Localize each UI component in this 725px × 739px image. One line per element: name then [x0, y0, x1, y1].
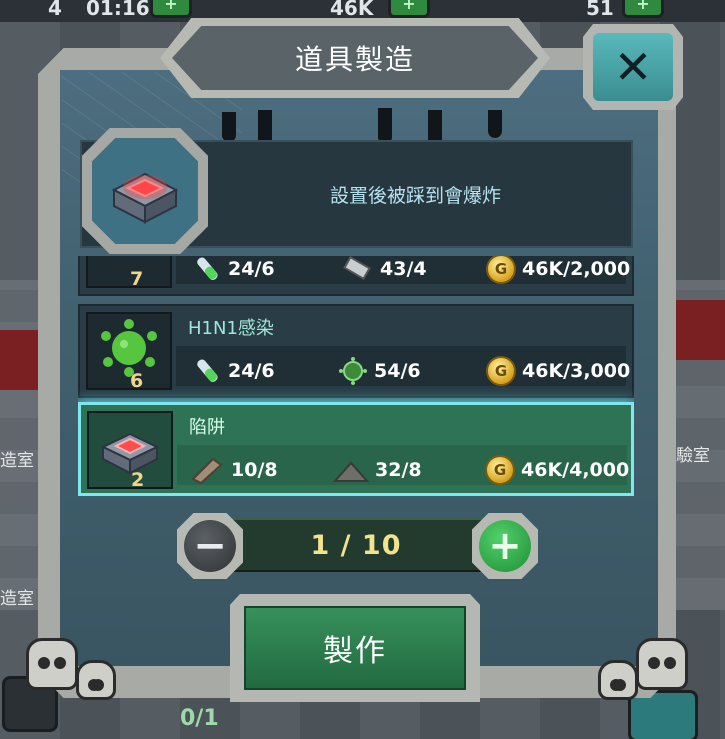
virus-icon: [101, 319, 157, 377]
test-tube-icon: [197, 257, 218, 280]
close-button[interactable]: ✕: [593, 33, 673, 101]
ink-drip-decoration: [488, 110, 502, 138]
material-value: 46K/4,000: [521, 459, 630, 481]
room-label-left-2: 造室: [0, 589, 34, 609]
recipe-row-selected[interactable]: 2 陷阱 10/8 32/8 G 46K/4,000: [78, 402, 634, 496]
material-item: 43/4: [342, 256, 427, 284]
gold-coin-icon: G: [486, 256, 516, 284]
material-item: 24/6: [192, 256, 275, 284]
material-item: 32/8: [333, 455, 422, 485]
material-value: 43/4: [380, 258, 427, 280]
selected-item-icon-bg: [92, 138, 198, 244]
gold-coin-icon: G: [486, 356, 516, 386]
virus-small-icon: [339, 357, 367, 385]
recipe-name: 陷阱: [189, 417, 225, 438]
increase-button[interactable]: +: [479, 520, 531, 572]
hud-count-right: 51: [586, 0, 614, 20]
material-item: 24/6: [192, 356, 275, 386]
craft-button[interactable]: 製作: [244, 606, 466, 690]
recipe-owned-count: 2: [131, 469, 145, 491]
test-tube-icon: [197, 359, 218, 382]
hud-item-count: 4: [48, 0, 62, 20]
hud-add-button-2[interactable]: +: [388, 0, 430, 18]
room-label-right: 驗室: [676, 446, 710, 466]
material-item: G 46K/2,000: [486, 256, 630, 284]
skull-icon: [76, 660, 116, 700]
hud-timer: 01:16: [86, 0, 150, 20]
red-carpet-left: [0, 330, 40, 390]
title-plate-inner: 道具製造: [172, 26, 538, 90]
recipe-thumb: 2: [87, 411, 173, 491]
trap-box-icon: [100, 432, 160, 475]
recipe-thumb: 7: [86, 256, 172, 290]
craft-button-label: 製作: [323, 634, 387, 669]
recipe-row[interactable]: 6 H1N1感染 24/6 54/6 G 46K/3,000: [78, 304, 634, 398]
material-value: 46K/2,000: [522, 258, 631, 280]
material-item: G 46K/4,000: [485, 455, 629, 485]
material-item: 10/8: [189, 455, 278, 485]
recipe-thumb: 6: [86, 312, 172, 392]
quantity-stepper: 1 / 10: [206, 518, 506, 572]
material-item: 54/6: [338, 356, 421, 386]
gold-coin-icon: G: [485, 455, 515, 485]
ink-drip-decoration: [378, 108, 392, 144]
hud-gold: 46K: [330, 0, 374, 20]
material-value: 46K/3,000: [522, 360, 631, 382]
material-value: 24/6: [228, 258, 275, 280]
red-carpet-right: [676, 300, 725, 360]
material-value: 24/6: [228, 360, 275, 382]
quantity-value: 1 / 10: [310, 529, 402, 561]
material-value: 32/8: [375, 459, 422, 481]
material-value: 54/6: [374, 360, 421, 382]
material-item: G 46K/3,000: [486, 356, 630, 386]
recipe-name: H1N1感染: [188, 318, 274, 339]
room-label-left-1: 造室: [0, 451, 34, 471]
recipe-owned-count: 7: [130, 268, 144, 290]
hud-add-button-1[interactable]: +: [150, 0, 192, 18]
item-description: 設置後被踩到會爆炸: [330, 185, 502, 207]
recipe-row[interactable]: 7 24/6 43/4 G 46K/2,000: [78, 256, 634, 296]
hud-add-button-3[interactable]: +: [622, 0, 664, 18]
wood-plank-icon: [191, 457, 223, 485]
trap-box-icon: [111, 172, 179, 224]
minus-icon: −: [193, 523, 227, 569]
skull-icon: [636, 638, 688, 690]
material-value: 10/8: [231, 459, 278, 481]
bottom-progress: 0/1: [180, 706, 219, 731]
close-x-icon: ✕: [613, 40, 653, 94]
recipe-owned-count: 6: [130, 370, 144, 392]
ink-drip-decoration: [222, 112, 236, 142]
metal-bar-icon: [343, 256, 371, 281]
gunpowder-pile-icon: [333, 461, 369, 482]
skull-icon: [598, 660, 638, 700]
decrease-button[interactable]: −: [184, 520, 236, 572]
recipe-list[interactable]: 7 24/6 43/4 G 46K/2,000 6 H1N1感染 24/6 54…: [78, 256, 634, 496]
skull-icon: [26, 638, 78, 690]
plus-icon: +: [488, 523, 522, 569]
dialog-title: 道具製造: [294, 43, 415, 76]
